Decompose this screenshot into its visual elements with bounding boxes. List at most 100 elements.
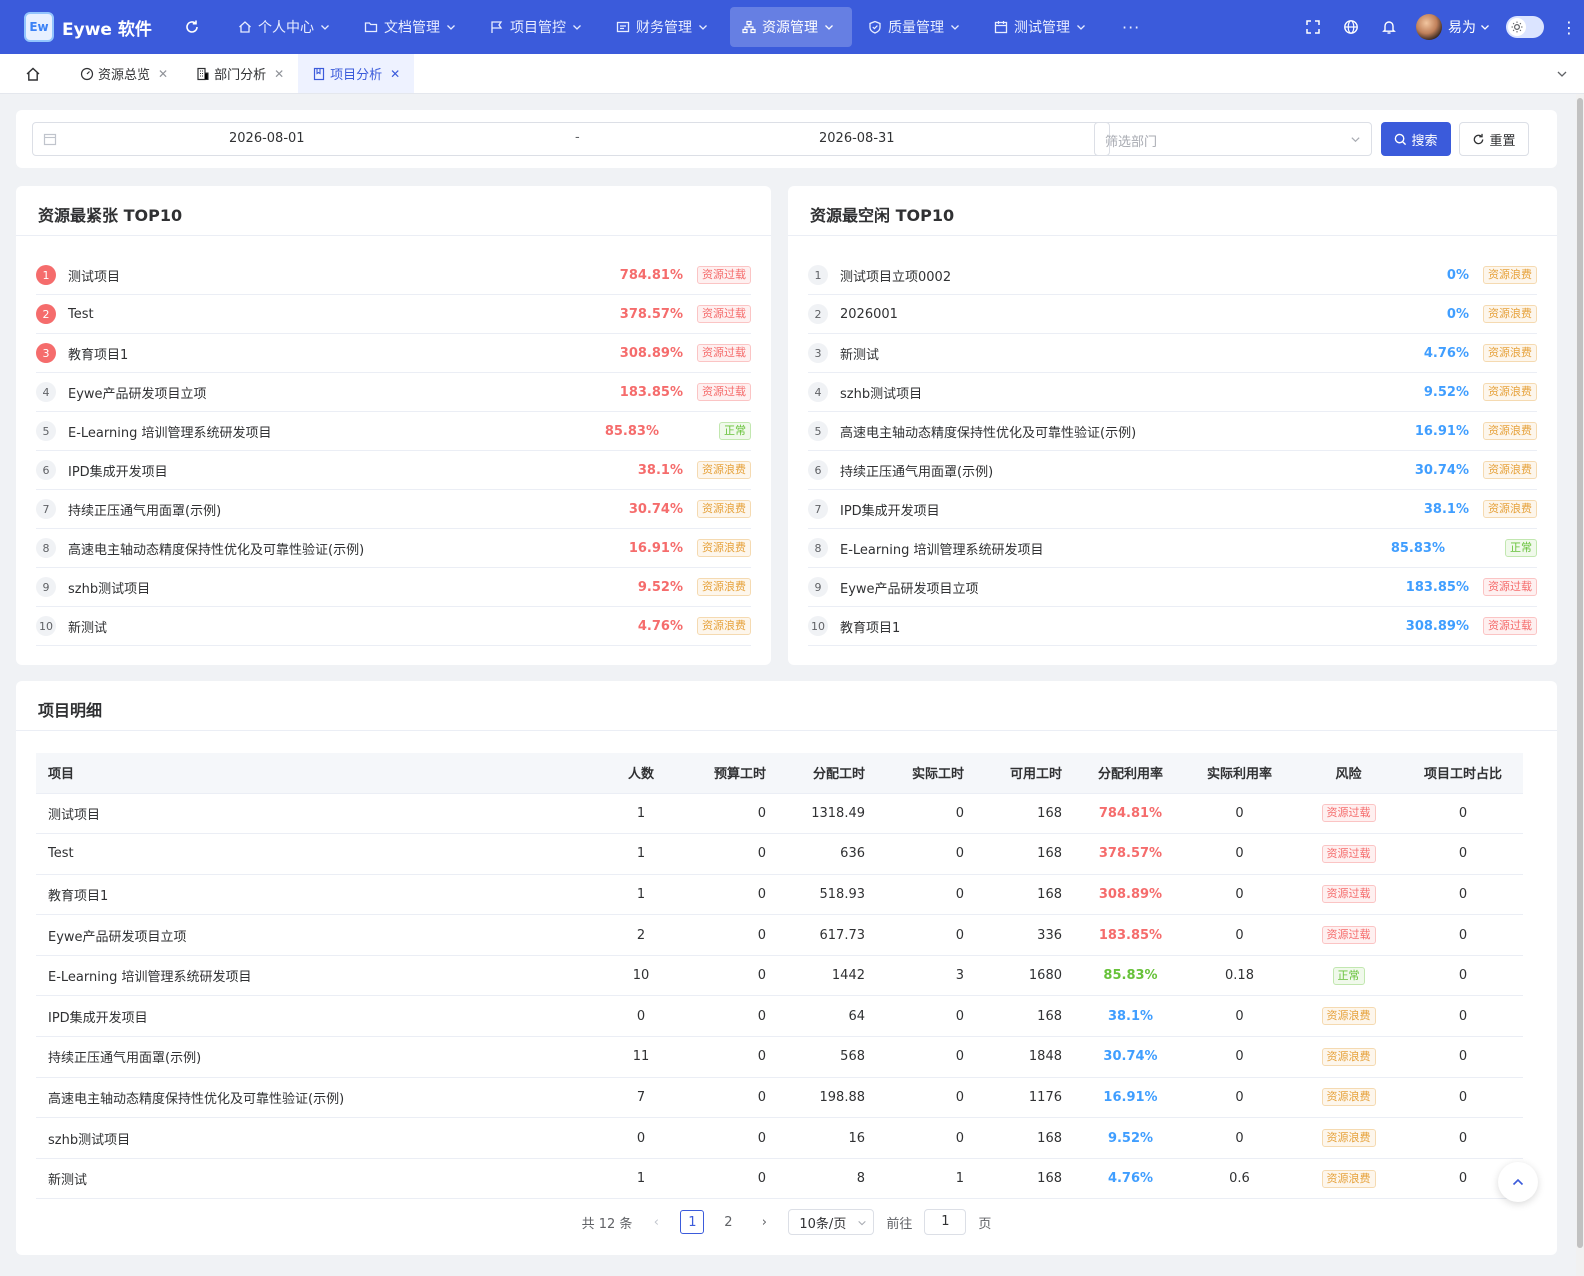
- bell-icon[interactable]: [1370, 19, 1408, 35]
- rank-row[interactable]: 6 持续正压通气用面罩(示例) 30.74% 资源浪费: [808, 451, 1537, 490]
- column-header-hours-share[interactable]: 项目工时占比: [1403, 753, 1523, 794]
- page-1[interactable]: 1: [680, 1210, 705, 1234]
- rank-row[interactable]: 5 高速电主轴动态精度保持性优化及可靠性验证(示例) 16.91% 资源浪费: [808, 412, 1537, 451]
- reset-button[interactable]: 重置: [1459, 122, 1529, 156]
- column-header-actual-rate[interactable]: 实际利用率: [1185, 753, 1294, 794]
- column-header-available-hours[interactable]: 可用工时: [978, 753, 1076, 794]
- table-row[interactable]: Eywe产品研发项目立项 2 0 617.73 0 336 183.85% 0 资源过载 0: [36, 914, 1523, 956]
- goto-page-input[interactable]: 1: [924, 1209, 967, 1235]
- avatar[interactable]: [1416, 14, 1442, 40]
- next-page-icon[interactable]: ›: [752, 1210, 776, 1234]
- tab-resource-overview[interactable]: 资源总览 ✕: [66, 54, 182, 93]
- nav-test-management[interactable]: 测试管理: [982, 7, 1104, 47]
- rank-row[interactable]: 8 高速电主轴动态精度保持性优化及可靠性验证(示例) 16.91% 资源浪费: [36, 529, 751, 568]
- back-to-top-button[interactable]: [1498, 1162, 1538, 1202]
- fullscreen-icon[interactable]: [1294, 19, 1332, 35]
- end-date[interactable]: 2026-08-31: [819, 131, 895, 146]
- globe-icon[interactable]: [1332, 19, 1370, 35]
- rank-row[interactable]: 6 IPD集成开发项目 38.1% 资源浪费: [36, 451, 751, 490]
- date-range-picker[interactable]: 2026-08-01 - 2026-08-31: [32, 122, 1110, 156]
- page-2[interactable]: 2: [716, 1210, 740, 1234]
- search-button[interactable]: 搜索: [1381, 122, 1451, 156]
- rank-row[interactable]: 7 IPD集成开发项目 38.1% 资源浪费: [808, 490, 1537, 529]
- nav-document-management[interactable]: 文档管理: [352, 7, 474, 47]
- column-header-risk[interactable]: 风险: [1294, 753, 1403, 794]
- utilization-pct: 38.1%: [1423, 501, 1469, 517]
- rank-row[interactable]: 2 2026001 0% 资源浪费: [808, 295, 1537, 334]
- nav-resource-management[interactable]: 资源管理: [730, 7, 852, 47]
- tab-project-analysis[interactable]: 项目分析 ✕: [298, 54, 415, 93]
- rank-badge: 5: [36, 421, 56, 441]
- nav-quality-management[interactable]: 质量管理: [856, 7, 978, 47]
- table-row[interactable]: 高速电主轴动态精度保持性优化及可靠性验证(示例) 7 0 198.88 0 1176 16.…: [36, 1077, 1523, 1119]
- tab-label: 部门分析: [214, 68, 267, 83]
- rank-row[interactable]: 10 新测试 4.76% 资源浪费: [36, 607, 751, 646]
- home-tab-icon[interactable]: [0, 54, 66, 93]
- close-icon[interactable]: ✕: [390, 67, 400, 81]
- column-header-budget-hours[interactable]: 预算工时: [681, 753, 780, 794]
- rank-row[interactable]: 1 测试项目 784.81% 资源过载: [36, 256, 751, 295]
- rank-row[interactable]: 2 Test 378.57% 资源过载: [36, 295, 751, 334]
- rank-row[interactable]: 9 Eywe产品研发项目立项 183.85% 资源过载: [808, 568, 1537, 607]
- rank-badge: 4: [36, 382, 56, 402]
- rank-row[interactable]: 7 持续正压通气用面罩(示例) 30.74% 资源浪费: [36, 490, 751, 529]
- sun-icon: [1508, 18, 1526, 36]
- rank-row[interactable]: 3 新测试 4.76% 资源浪费: [808, 334, 1537, 373]
- column-header-headcount[interactable]: 人数: [601, 753, 681, 794]
- status-badge: 资源浪费: [1483, 305, 1537, 323]
- column-header-project[interactable]: 项目: [36, 753, 601, 794]
- nav-more-button[interactable]: ···: [1108, 7, 1154, 47]
- close-icon[interactable]: ✕: [274, 67, 284, 81]
- rank-row[interactable]: 5 E-Learning 培训管理系统研发项目 85.83% 正常: [36, 412, 751, 451]
- table-row[interactable]: 测试项目 1 0 1318.49 0 168 784.81% 0 资源过载 0: [36, 793, 1523, 835]
- app-logo[interactable]: Ew Eywe 软件: [24, 12, 164, 42]
- cell-allocation-rate: 183.85%: [1076, 914, 1185, 956]
- chevron-down-icon[interactable]: [1480, 22, 1490, 32]
- cell-hours-share: 0: [1403, 955, 1523, 997]
- nav-personal-center[interactable]: 个人中心: [226, 7, 348, 47]
- column-header-allocated-hours[interactable]: 分配工时: [780, 753, 879, 794]
- column-header-allocation-rate[interactable]: 分配利用率: [1076, 753, 1185, 794]
- rank-row[interactable]: 3 教育项目1 308.89% 资源过载: [36, 334, 751, 373]
- cell-budget-hours: 0: [681, 955, 780, 997]
- page-size-select[interactable]: 10条/页: [788, 1209, 875, 1235]
- refresh-icon[interactable]: [182, 17, 202, 37]
- rank-row[interactable]: 8 E-Learning 培训管理系统研发项目 85.83% 正常: [808, 529, 1537, 568]
- rank-row[interactable]: 4 Eywe产品研发项目立项 183.85% 资源过载: [36, 373, 751, 412]
- table-row[interactable]: E-Learning 培训管理系统研发项目 10 0 1442 3 1680 85.83% 0…: [36, 955, 1523, 997]
- column-header-actual-hours[interactable]: 实际工时: [879, 753, 978, 794]
- status-badge: 资源过载: [1483, 578, 1537, 596]
- table-row[interactable]: 新测试 1 0 8 1 168 4.76% 0.6 资源浪费 0: [36, 1158, 1523, 1200]
- utilization-pct: 183.85%: [1405, 579, 1469, 595]
- theme-toggle[interactable]: [1506, 16, 1544, 38]
- rank-row[interactable]: 10 教育项目1 308.89% 资源过载: [808, 607, 1537, 646]
- table-row[interactable]: szhb测试项目 0 0 16 0 168 9.52% 0 资源浪费 0: [36, 1117, 1523, 1159]
- prev-page-icon[interactable]: ‹: [644, 1210, 668, 1234]
- cell-project: 持续正压通气用面罩(示例): [36, 1036, 601, 1078]
- chevron-down-icon: [447, 25, 455, 30]
- table-row[interactable]: 教育项目1 1 0 518.93 0 168 308.89% 0 资源过载 0: [36, 874, 1523, 916]
- table-row[interactable]: 持续正压通气用面罩(示例) 11 0 568 0 1848 30.74% 0 资源浪费 0: [36, 1036, 1523, 1078]
- cell-actual-rate: 0: [1185, 995, 1294, 1038]
- chevron-down-icon[interactable]: [1556, 68, 1568, 80]
- table-row[interactable]: Test 1 0 636 0 168 378.57% 0 资源过载 0: [36, 833, 1523, 875]
- department-select[interactable]: 筛选部门: [1094, 122, 1372, 156]
- table-row[interactable]: IPD集成开发项目 0 0 64 0 168 38.1% 0 资源浪费 0: [36, 995, 1523, 1038]
- rank-row[interactable]: 4 szhb测试项目 9.52% 资源浪费: [808, 373, 1537, 412]
- nav-finance-management[interactable]: 财务管理: [604, 7, 726, 47]
- cell-headcount: 0: [601, 995, 681, 1038]
- user-name[interactable]: 易为: [1448, 17, 1476, 37]
- rank-badge: 7: [36, 499, 56, 519]
- tab-department-analysis[interactable]: 部门分析 ✕: [182, 54, 298, 93]
- scrollbar-thumb[interactable]: [1577, 98, 1583, 1248]
- utilization-pct: 30.74%: [628, 501, 683, 517]
- start-date[interactable]: 2026-08-01: [229, 131, 305, 146]
- rank-row[interactable]: 1 测试项目立项0002 0% 资源浪费: [808, 256, 1537, 295]
- nav-project-control[interactable]: 项目管控: [478, 7, 600, 47]
- rank-row[interactable]: 9 szhb测试项目 9.52% 资源浪费: [36, 568, 751, 607]
- more-vertical-icon[interactable]: ⋮: [1554, 18, 1584, 37]
- chevron-down-icon: [699, 25, 707, 30]
- cell-actual-hours: 0: [879, 995, 978, 1038]
- page-scrollbar[interactable]: [1576, 94, 1584, 1276]
- close-icon[interactable]: ✕: [158, 67, 168, 81]
